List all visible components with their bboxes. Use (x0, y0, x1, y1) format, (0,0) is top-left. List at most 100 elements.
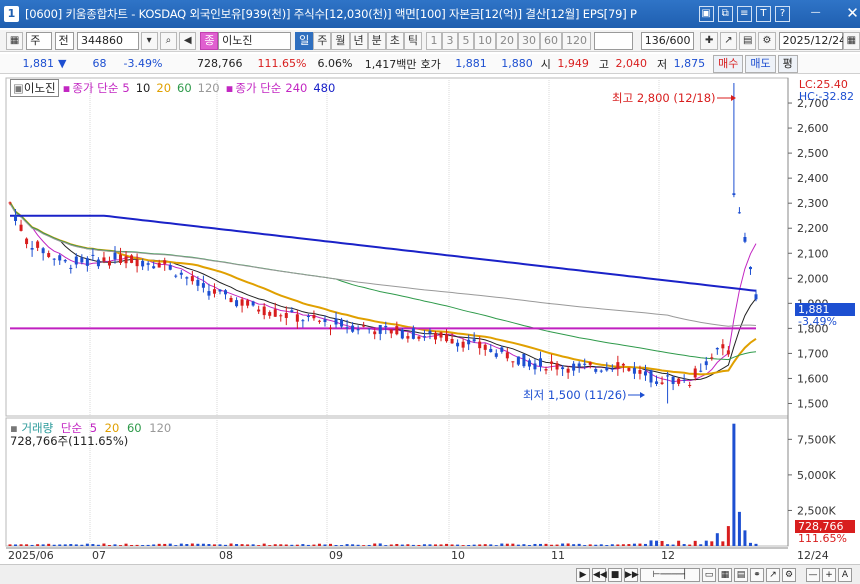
volume-bar (566, 543, 570, 546)
candle-body (610, 368, 614, 370)
help-icon[interactable]: ? (774, 6, 791, 22)
save-icon[interactable]: ▤ (739, 31, 757, 50)
count-input[interactable]: 136/600 (640, 31, 695, 50)
candle-body (748, 266, 752, 270)
speaker-icon[interactable]: ◀ (179, 31, 197, 50)
date-tick-label: 09 (329, 549, 343, 562)
volume-bar (666, 544, 670, 546)
last-pct-tag: -3.49% (798, 315, 837, 328)
interval-20[interactable]: 20 (496, 31, 518, 50)
period-week[interactable]: 주 (313, 31, 332, 50)
trend-icon[interactable]: ↗ (719, 31, 738, 50)
volume-bar (163, 543, 167, 546)
screen-icon[interactable]: ▭ (702, 567, 716, 582)
candle-body (754, 294, 758, 300)
zoom-in-icon[interactable]: + (822, 567, 836, 582)
stop-icon[interactable]: ■ (608, 567, 622, 582)
period-day[interactable]: 일 (295, 31, 314, 50)
vol-ma120-label: 120 (149, 421, 172, 435)
period-buttons: 일 주 월 년 분 초 틱 (295, 31, 422, 50)
eval-button[interactable]: 평 (777, 54, 798, 73)
link-icon[interactable]: ⚭ (750, 567, 764, 582)
code-input[interactable]: 344860 (76, 31, 139, 50)
period-second[interactable]: 초 (385, 31, 404, 50)
volume-bar (395, 543, 399, 546)
candle-body (594, 368, 598, 372)
volume-value-legend: 728,766주(111.65%) (10, 434, 129, 448)
price-chart[interactable]: 2,7002,6002,5002,4002,3002,2002,1002,000… (0, 74, 860, 564)
tools-icon-2[interactable]: ⚙ (782, 567, 796, 582)
candle-body (445, 334, 449, 342)
period-month[interactable]: 월 (331, 31, 350, 50)
play-icon[interactable]: ▶ (576, 567, 590, 582)
candle-body (235, 300, 239, 307)
candle-body (124, 256, 128, 264)
stock-legend-name: 이노진 (23, 81, 56, 95)
interval-60[interactable]: 60 (540, 31, 562, 50)
candle-body (301, 320, 305, 322)
fit-icon[interactable]: A (838, 567, 852, 582)
copy-icon[interactable]: ⧉ (717, 6, 733, 22)
volume-bar (610, 544, 614, 546)
interval-1[interactable]: 1 (426, 31, 442, 50)
pin-icon[interactable]: T (755, 6, 771, 22)
chart-icon[interactable]: ▤ (734, 567, 748, 582)
volume-bar (19, 544, 23, 546)
ma60-label: 60 (177, 81, 192, 95)
window-list-icon[interactable]: ▣ (698, 6, 714, 22)
down-arrow-icon: ▼ (58, 57, 67, 70)
candle-body (577, 363, 581, 367)
period-select[interactable]: 주 (26, 31, 52, 50)
date-input[interactable]: 2025/12/24 (778, 31, 846, 50)
period-year[interactable]: 년 (349, 31, 368, 50)
zoom-out-icon[interactable]: — (806, 567, 820, 582)
minimize-icon[interactable]: — (808, 6, 823, 22)
volume-bar (594, 544, 598, 546)
calendar-icon[interactable]: ▦ (842, 31, 860, 50)
tools-icon[interactable]: ⚙ (758, 31, 776, 50)
candle-body (489, 348, 493, 353)
volume-bar (710, 541, 714, 546)
price-tick-label: 1,500 (797, 397, 829, 410)
interval-30[interactable]: 30 (518, 31, 540, 50)
forward-icon[interactable]: ▶▶ (624, 567, 639, 582)
volume-bar (146, 544, 150, 546)
interval-10[interactable]: 10 (474, 31, 496, 50)
volume-bar (229, 543, 233, 546)
volume-bar (583, 545, 587, 546)
volume-bar (246, 544, 250, 546)
candle-body (36, 241, 40, 248)
ruler-icon[interactable]: ⊢────┤ (640, 567, 700, 582)
volume-bar (561, 543, 565, 546)
volume-bar (627, 544, 631, 546)
volume-bar (743, 530, 747, 546)
volume-bar (334, 544, 338, 546)
prev-select[interactable]: 전 (54, 31, 74, 50)
volume-bar (367, 544, 371, 546)
rewind-icon[interactable]: ◀◀ (592, 567, 607, 582)
table-icon[interactable]: ▦ (718, 567, 732, 582)
volume-bar (599, 544, 603, 546)
buy-button[interactable]: 매수 (713, 54, 744, 73)
search-icon[interactable]: ⌕ (159, 31, 178, 50)
close-icon[interactable]: ✕ (845, 6, 860, 22)
interval-3[interactable]: 3 (442, 31, 458, 50)
grid-icon[interactable]: ▦ (6, 31, 24, 50)
volume-bar (699, 544, 703, 546)
trend-icon-2[interactable]: ↗ (766, 567, 780, 582)
interval-select[interactable] (594, 31, 633, 50)
stock-legend-box[interactable]: ▣이노진 (10, 79, 59, 97)
chevron-down-icon[interactable]: ▾ (140, 31, 158, 50)
bid-price: 1,880 (501, 57, 533, 70)
interval-5[interactable]: 5 (458, 31, 474, 50)
ma10-label: 10 (135, 81, 151, 95)
candle-body (107, 261, 111, 266)
period-tick[interactable]: 틱 (403, 31, 422, 50)
settings-icon[interactable]: ≡ (736, 6, 752, 22)
sell-button[interactable]: 매도 (745, 54, 776, 73)
interval-120[interactable]: 120 (562, 31, 591, 50)
volume-bar (688, 544, 692, 546)
candle-body (621, 363, 625, 366)
period-minute[interactable]: 분 (367, 31, 386, 50)
crosshair-icon[interactable]: ✚ (700, 31, 718, 50)
